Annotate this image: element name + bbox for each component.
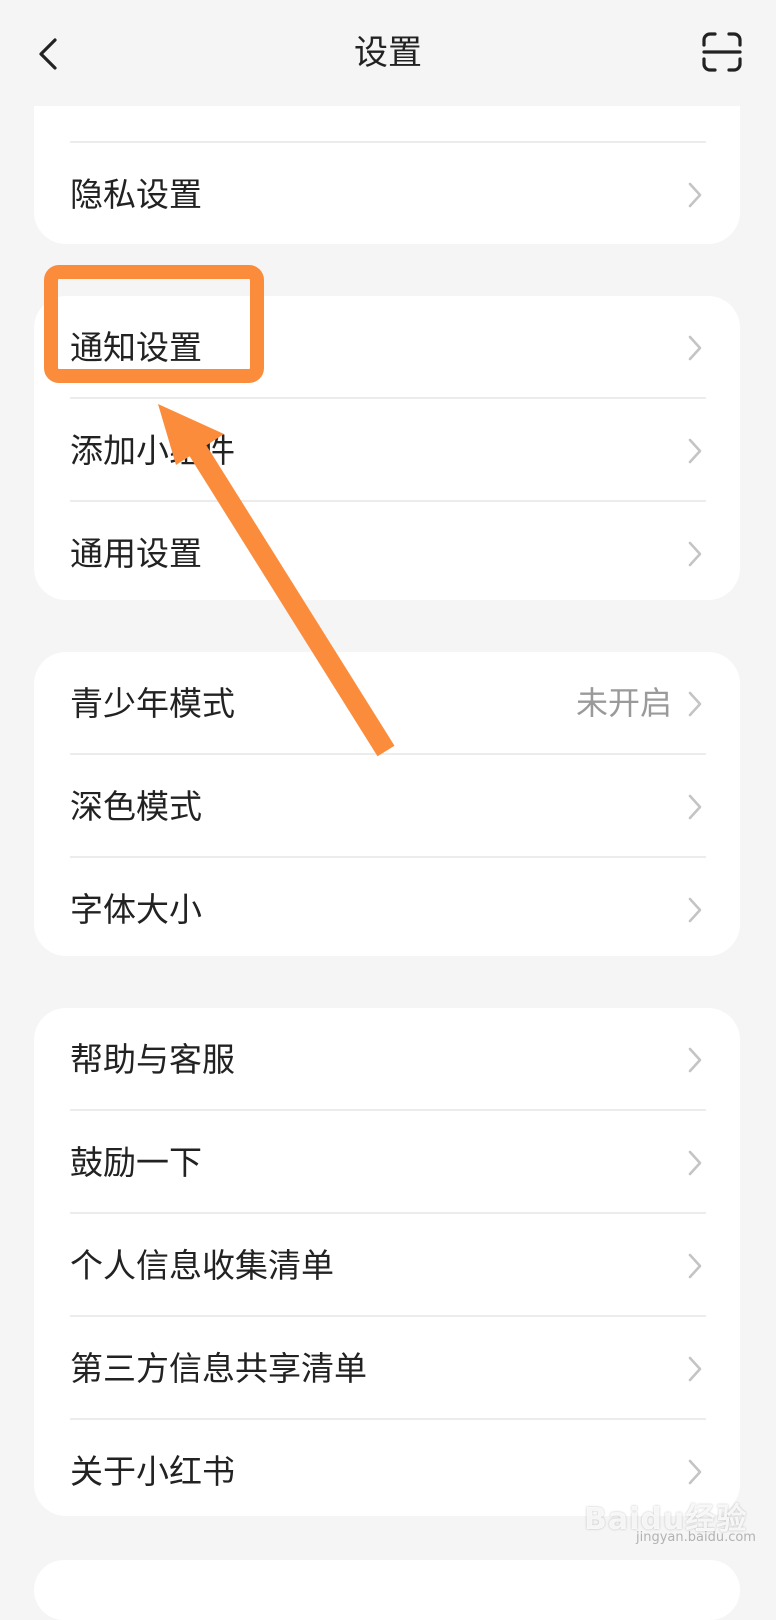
- watermark-url: jingyan.baidu.com: [636, 1530, 756, 1545]
- settings-item-label: 通知设置: [70, 328, 202, 367]
- chevron-right-icon: [688, 1356, 702, 1382]
- settings-item-label: 添加小组件: [70, 431, 235, 470]
- settings-item-font-size[interactable]: 字体大小: [34, 858, 740, 956]
- settings-group-about: 帮助与客服 鼓励一下 个人信息收集清单 第三方信息共享清单 关于小红书: [34, 1008, 740, 1516]
- chevron-right-icon: [688, 897, 702, 923]
- settings-item-dark-mode[interactable]: 深色模式: [34, 755, 740, 858]
- settings-group-general: 通知设置 添加小组件 通用设置: [34, 296, 740, 600]
- scan-button[interactable]: [702, 32, 742, 72]
- chevron-right-icon: [688, 1150, 702, 1176]
- chevron-right-icon: [688, 1047, 702, 1073]
- settings-item-label: 帮助与客服: [70, 1040, 235, 1079]
- chevron-right-icon: [688, 438, 702, 464]
- settings-item-label: 字体大小: [70, 890, 202, 929]
- settings-item-notifications[interactable]: 通知设置: [34, 296, 740, 399]
- settings-item-label: 第三方信息共享清单: [70, 1349, 367, 1388]
- settings-item-general[interactable]: 通用设置: [34, 502, 740, 600]
- settings-item-label: 个人信息收集清单: [70, 1246, 334, 1285]
- settings-item-encourage[interactable]: 鼓励一下: [34, 1111, 740, 1214]
- settings-item-teen-mode[interactable]: 青少年模式 未开启: [34, 652, 740, 755]
- chevron-right-icon: [688, 541, 702, 567]
- settings-item-label: 隐私设置: [70, 175, 202, 214]
- top-bar: 设置: [0, 0, 776, 106]
- settings-item-add-widget[interactable]: 添加小组件: [34, 399, 740, 502]
- settings-item-label: 青少年模式: [70, 684, 235, 723]
- settings-item-help[interactable]: 帮助与客服: [34, 1008, 740, 1111]
- settings-item-label: 通用设置: [70, 534, 202, 573]
- chevron-right-icon: [688, 794, 702, 820]
- settings-item-label: 深色模式: [70, 787, 202, 826]
- settings-item-personal-info-list[interactable]: 个人信息收集清单: [34, 1214, 740, 1317]
- settings-item-label: 鼓励一下: [70, 1143, 202, 1182]
- settings-item-third-party-list[interactable]: 第三方信息共享清单: [34, 1317, 740, 1420]
- settings-item-privacy[interactable]: 隐私设置: [34, 143, 740, 244]
- chevron-right-icon: [688, 182, 702, 208]
- chevron-right-icon: [688, 691, 702, 717]
- chevron-right-icon: [688, 1459, 702, 1485]
- chevron-right-icon: [688, 335, 702, 361]
- teen-mode-status: 未开启: [575, 684, 672, 722]
- settings-item-label: 关于小红书: [70, 1452, 235, 1491]
- settings-group-partial: [34, 1560, 740, 1620]
- settings-group-display: 青少年模式 未开启 深色模式 字体大小: [34, 652, 740, 956]
- scan-icon: [702, 32, 742, 72]
- chevron-right-icon: [688, 1253, 702, 1279]
- page-title: 设置: [354, 33, 422, 73]
